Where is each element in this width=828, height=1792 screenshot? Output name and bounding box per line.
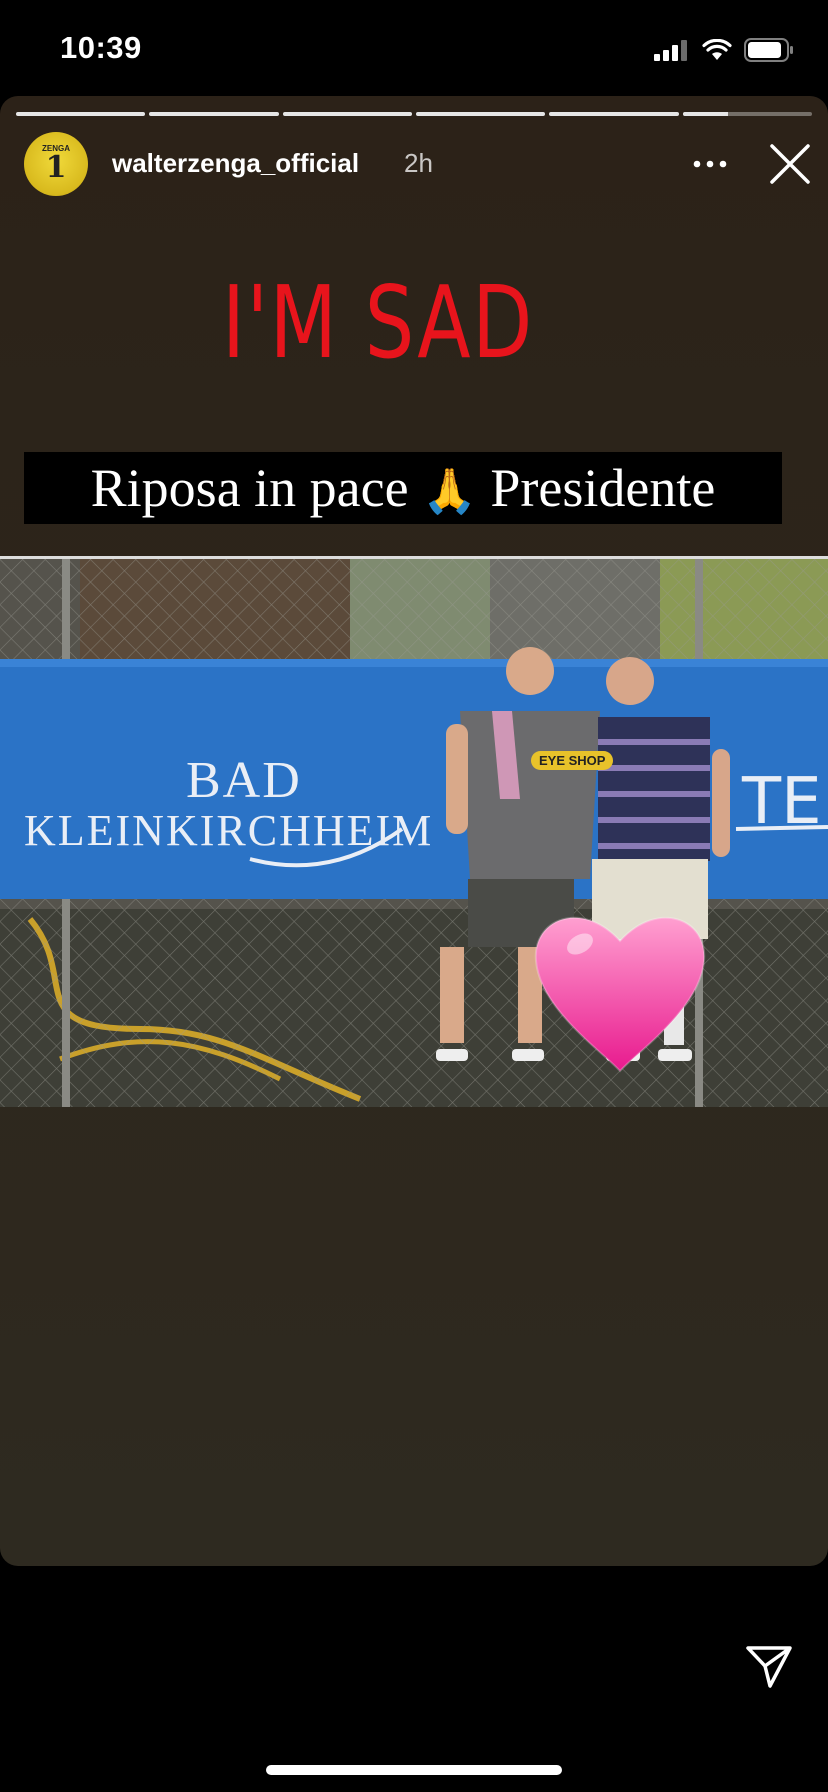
praying-hands-emoji: 🙏 xyxy=(422,466,477,517)
banner-text-partial: TE xyxy=(742,765,822,839)
wifi-icon xyxy=(702,39,732,60)
progress-segment xyxy=(282,112,412,116)
send-button[interactable] xyxy=(744,1640,794,1690)
shirt-sponsor: EYE SHOP xyxy=(531,751,614,770)
caption-before: Riposa in pace xyxy=(90,458,409,518)
progress-segment xyxy=(549,112,679,116)
home-indicator[interactable] xyxy=(266,1765,562,1775)
progress-segment xyxy=(149,112,279,116)
status-icons xyxy=(654,38,794,62)
more-options-button[interactable] xyxy=(688,148,732,180)
username[interactable]: walterzenga_official xyxy=(112,148,359,179)
avatar-jersey-number: 1 xyxy=(45,150,67,185)
caption-text: Riposa in pace 🙏 Presidente xyxy=(91,457,716,519)
banner-text-bad: BAD xyxy=(186,752,302,809)
post-time: 2h xyxy=(404,148,433,178)
story-header: ZENGA 1 walterzenga_official 2h xyxy=(24,132,814,196)
story-photo: BAD KLEINKIRCHHEIM TE EYE SHOP xyxy=(0,556,828,1107)
caption-box: Riposa in pace 🙏 Presidente xyxy=(24,452,782,524)
progress-segment xyxy=(415,112,546,116)
story-progress-bar xyxy=(16,112,812,116)
banner-text-kleinkirchheim: KLEINKIRCHHEIM xyxy=(24,806,434,855)
send-icon xyxy=(746,1646,792,1688)
more-icon xyxy=(693,160,727,168)
caption-after: Presidente xyxy=(490,458,716,518)
avatar[interactable]: ZENGA 1 xyxy=(24,132,88,196)
status-time: 10:39 xyxy=(60,30,142,65)
signal-icon xyxy=(654,40,687,61)
close-button[interactable] xyxy=(766,140,814,188)
progress-segment-current xyxy=(682,112,812,116)
status-bar: 10:39 xyxy=(0,0,828,96)
sad-sticker-text: I'M SAD xyxy=(222,264,534,381)
battery-icon xyxy=(744,38,793,62)
progress-segment xyxy=(16,112,146,116)
story-viewer[interactable]: ZENGA 1 walterzenga_official 2h I'M SAD … xyxy=(0,96,828,1566)
close-icon xyxy=(770,144,810,184)
